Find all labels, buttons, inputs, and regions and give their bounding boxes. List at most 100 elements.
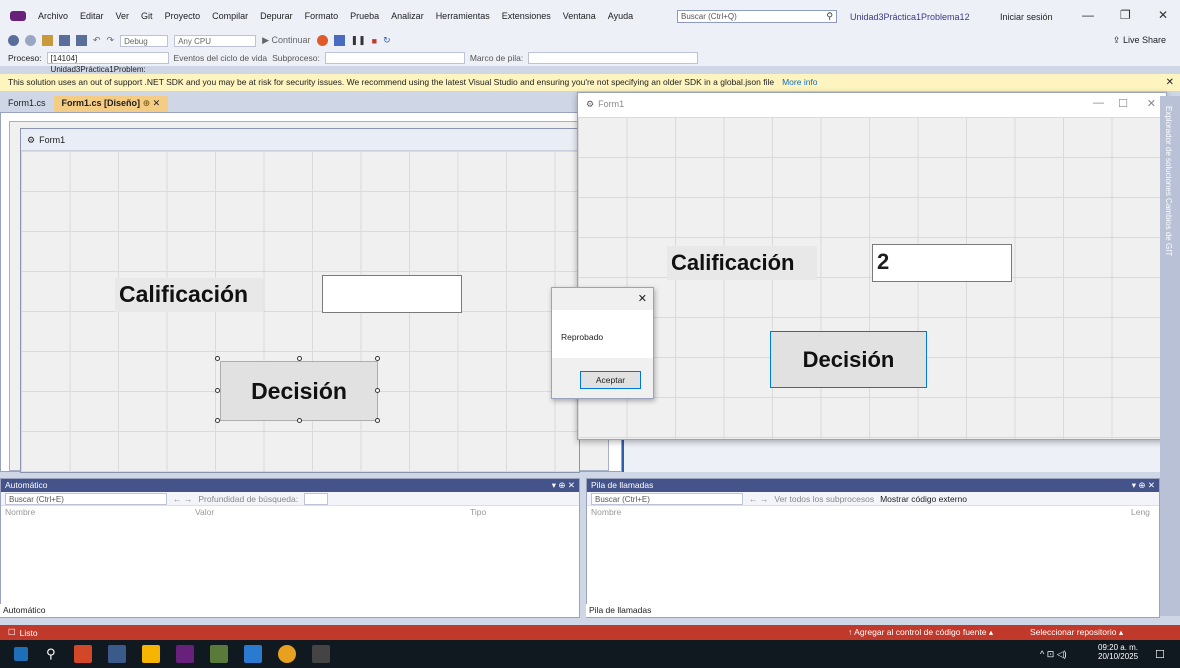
resize-handle[interactable]	[297, 418, 302, 423]
select-repo-button[interactable]: Seleccionar repositorio ▴	[1030, 627, 1123, 638]
tab-puntos-interrupcion[interactable]: Puntos de interrupción	[654, 604, 745, 617]
show-external-button[interactable]: Mostrar código externo	[880, 494, 967, 504]
menu-editar[interactable]: Editar	[74, 11, 110, 21]
resize-handle[interactable]	[215, 388, 220, 393]
menu-depurar[interactable]: Depurar	[254, 11, 299, 21]
resize-handle[interactable]	[215, 418, 220, 423]
side-tool-strip[interactable]: Explorador de soluciones Cambios de GIT	[1160, 96, 1180, 616]
notifications-icon[interactable]: ☐	[1155, 648, 1165, 661]
panel-pin-icon[interactable]: ▾ ⊕ ✕	[552, 480, 575, 491]
designer-label-calificacion[interactable]: Calificación	[115, 278, 263, 312]
tab-inspeccion[interactable]: Inspección 1	[118, 604, 172, 617]
search-icon[interactable]: ⚲	[46, 646, 56, 662]
decision-button[interactable]: Decisión	[770, 331, 927, 388]
live-share-button[interactable]: ⇪ Live Share	[1113, 35, 1166, 46]
continue-button[interactable]: ▶ Continuar	[262, 35, 310, 46]
file-explorer-icon[interactable]	[141, 645, 160, 663]
resize-handle[interactable]	[375, 418, 380, 423]
tab-automatico[interactable]: Automático	[0, 604, 49, 617]
minimize-icon[interactable]: —	[1082, 8, 1094, 22]
hot-reload-icon[interactable]	[316, 35, 328, 46]
tab-close-icon[interactable]: ✕	[153, 98, 161, 108]
form-app-icon[interactable]	[311, 645, 330, 663]
visual-studio-icon[interactable]	[175, 645, 194, 663]
col-lenguaje[interactable]: Leng	[1131, 507, 1150, 518]
show-threads-button[interactable]: Ver todos los subprocesos	[774, 494, 874, 504]
clock[interactable]: 09:20 a. m. 20/10/2025	[1098, 643, 1138, 661]
save-all-icon[interactable]	[76, 35, 87, 46]
process-dropdown[interactable]: [14104] Unidad3Práctica1Problem:	[46, 51, 169, 74]
forward-icon[interactable]	[25, 35, 36, 46]
back-arrow-icon[interactable]: ← →	[173, 494, 192, 504]
col-nombre[interactable]: Nombre	[591, 507, 1131, 518]
designer-form[interactable]: ⚙ Form1 Calificación Decisión	[20, 128, 580, 473]
maximize-icon[interactable]: ☐	[1118, 97, 1128, 110]
restart-icon[interactable]: ↻	[383, 35, 391, 46]
tab-salida[interactable]: Salida	[1023, 604, 1053, 617]
open-file-icon[interactable]	[42, 35, 53, 46]
grade-input[interactable]: 2	[872, 244, 1012, 282]
app-icon[interactable]	[209, 645, 228, 663]
stackframe-dropdown[interactable]	[528, 51, 699, 64]
pause-icon[interactable]: ❚❚	[351, 35, 366, 46]
menu-extensiones[interactable]: Extensiones	[496, 11, 557, 21]
resize-handle[interactable]	[297, 356, 302, 361]
designer-button-decision[interactable]: Decisión	[220, 361, 378, 421]
menu-proyecto[interactable]: Proyecto	[159, 11, 207, 21]
menu-ver[interactable]: Ver	[110, 11, 136, 21]
add-source-control-button[interactable]: ↑ Agregar al control de código fuente ▴	[848, 627, 993, 638]
break-all-icon[interactable]	[333, 35, 345, 46]
app-icon[interactable]	[243, 645, 262, 663]
tray-icons[interactable]: ^ ⊡ ◁)	[1040, 649, 1067, 660]
chrome-icon[interactable]	[277, 645, 296, 663]
platform-dropdown[interactable]: Any CPU	[174, 34, 257, 47]
tab-config-excepciones[interactable]: Configuración de excepciones	[745, 604, 865, 617]
stop-icon[interactable]: ■	[372, 36, 377, 46]
menu-compilar[interactable]: Compilar	[206, 11, 254, 21]
col-tipo[interactable]: Tipo	[470, 507, 486, 518]
menu-analizar[interactable]: Analizar	[385, 11, 430, 21]
resize-handle[interactable]	[375, 388, 380, 393]
col-valor[interactable]: Valor	[195, 507, 470, 518]
config-dropdown[interactable]: Debug	[120, 34, 169, 47]
menu-herramientas[interactable]: Herramientas	[430, 11, 496, 21]
back-icon[interactable]	[8, 35, 19, 46]
depth-dropdown[interactable]	[304, 492, 329, 505]
signin-link[interactable]: Iniciar sesión	[1000, 12, 1053, 22]
windows-start-icon[interactable]	[14, 647, 28, 661]
powerpoint-icon[interactable]	[73, 645, 92, 663]
pin-icon[interactable]: ⊕	[143, 98, 151, 108]
infobar-close-icon[interactable]: ✕	[1166, 77, 1174, 88]
redo-icon[interactable]: ↷	[107, 35, 115, 46]
tab-variables-locales[interactable]: Variables locales	[49, 604, 119, 617]
autos-search-input[interactable]: Buscar (Ctrl+E)	[5, 492, 167, 505]
col-nombre[interactable]: Nombre	[5, 507, 195, 518]
save-icon[interactable]	[59, 35, 70, 46]
more-info-link[interactable]: More info	[782, 77, 817, 87]
callstack-search-input[interactable]: Buscar (Ctrl+E)	[591, 492, 743, 505]
menu-ayuda[interactable]: Ayuda	[602, 11, 639, 21]
tab-ventana-comandos[interactable]: Ventana Comandos	[865, 604, 946, 617]
resize-handle[interactable]	[375, 356, 380, 361]
menu-prueba[interactable]: Prueba	[344, 11, 385, 21]
close-icon[interactable]: ✕	[1158, 8, 1168, 22]
global-search-input[interactable]: Buscar (Ctrl+Q) ⚲	[677, 10, 837, 23]
solidworks-icon[interactable]	[107, 645, 126, 663]
menu-archivo[interactable]: Archivo	[32, 11, 74, 21]
ok-button[interactable]: Aceptar	[580, 371, 641, 389]
running-form-window[interactable]: ⚙ Form1 — ☐ ✕ Calificación 2 Decisión	[577, 92, 1167, 440]
minimize-icon[interactable]: —	[1093, 97, 1104, 109]
resize-handle[interactable]	[215, 356, 220, 361]
restore-icon[interactable]: ❐	[1120, 8, 1131, 22]
menu-git[interactable]: Git	[135, 11, 159, 21]
undo-icon[interactable]: ↶	[93, 35, 101, 46]
msgbox-close-icon[interactable]: ✕	[638, 292, 647, 305]
lifecycle-events[interactable]: Eventos del ciclo de vida	[174, 53, 268, 63]
thread-dropdown[interactable]	[324, 51, 465, 64]
back-arrow-icon[interactable]: ← →	[749, 494, 768, 504]
tab-form1-design[interactable]: Form1.cs [Diseño] ⊕ ✕	[53, 96, 169, 112]
tab-ventana-inmediato[interactable]: Ventana Inmediato	[946, 604, 1023, 617]
close-icon[interactable]: ✕	[1147, 97, 1156, 110]
panel-pin-icon[interactable]: ▾ ⊕ ✕	[1132, 480, 1155, 491]
tab-form1-cs[interactable]: Form1.cs	[0, 96, 54, 112]
